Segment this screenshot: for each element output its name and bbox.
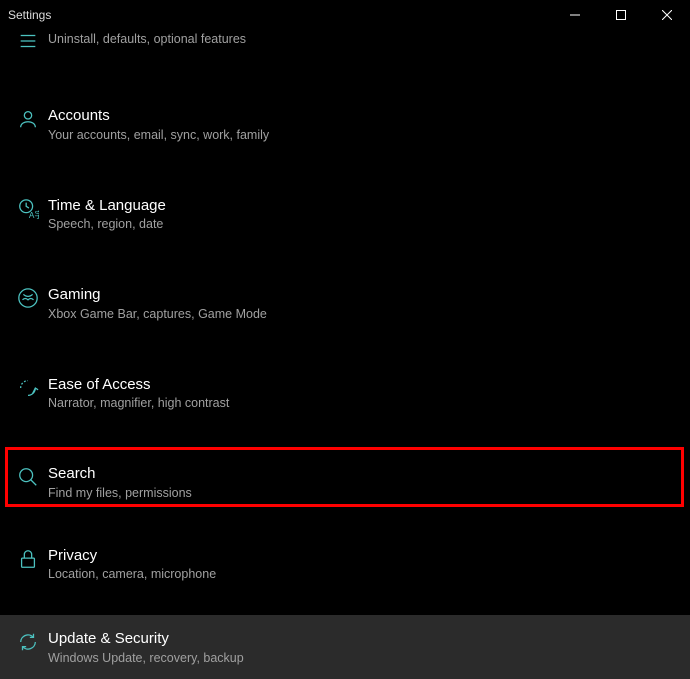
svg-text:A字: A字 [29,210,39,220]
settings-item-ease-of-access[interactable]: Ease of Access Narrator, magnifier, high… [0,363,690,423]
text-wrap: Uninstall, defaults, optional features [48,30,246,46]
text-wrap: Privacy Location, camera, microphone [48,546,216,582]
maximize-button[interactable] [598,0,644,30]
item-title: Search [48,464,192,484]
item-desc: Windows Update, recovery, backup [48,651,244,665]
window-title: Settings [8,8,51,22]
window-controls [552,0,690,30]
item-desc: Your accounts, email, sync, work, family [48,128,269,142]
text-wrap: Accounts Your accounts, email, sync, wor… [48,106,269,142]
update-security-icon [14,629,42,653]
settings-item-search[interactable]: Search Find my files, permissions [0,452,690,512]
text-wrap: Update & Security Windows Update, recove… [48,629,244,665]
text-wrap: Ease of Access Narrator, magnifier, high… [48,375,229,411]
minimize-button[interactable] [552,0,598,30]
item-title: Accounts [48,106,269,126]
item-desc: Xbox Game Bar, captures, Game Mode [48,307,267,321]
item-desc: Uninstall, defaults, optional features [48,32,246,46]
settings-item-privacy[interactable]: Privacy Location, camera, microphone [0,534,690,594]
gaming-icon [14,285,42,309]
apps-icon [14,30,42,52]
settings-item-time-language[interactable]: A字 Time & Language Speech, region, date [0,184,690,244]
settings-content: Uninstall, defaults, optional features A… [0,30,690,679]
item-title: Time & Language [48,196,166,216]
search-icon [14,464,42,488]
text-wrap: Search Find my files, permissions [48,464,192,500]
accounts-icon [14,106,42,130]
time-language-icon: A字 [14,196,42,220]
title-bar: Settings [0,0,690,30]
settings-list: Uninstall, defaults, optional features A… [0,30,690,679]
item-desc: Speech, region, date [48,217,166,231]
settings-item-update-security[interactable]: Update & Security Windows Update, recove… [0,615,690,679]
text-wrap: Gaming Xbox Game Bar, captures, Game Mod… [48,285,267,321]
privacy-icon [14,546,42,570]
settings-item-gaming[interactable]: Gaming Xbox Game Bar, captures, Game Mod… [0,273,690,333]
item-desc: Narrator, magnifier, high contrast [48,396,229,410]
settings-item-apps[interactable]: Uninstall, defaults, optional features [0,30,690,64]
item-title: Update & Security [48,629,244,649]
item-desc: Location, camera, microphone [48,567,216,581]
text-wrap: Time & Language Speech, region, date [48,196,166,232]
settings-item-accounts[interactable]: Accounts Your accounts, email, sync, wor… [0,94,690,154]
item-title: Gaming [48,285,267,305]
item-title: Ease of Access [48,375,229,395]
item-desc: Find my files, permissions [48,486,192,500]
item-title: Privacy [48,546,216,566]
ease-of-access-icon [14,375,42,399]
close-button[interactable] [644,0,690,30]
